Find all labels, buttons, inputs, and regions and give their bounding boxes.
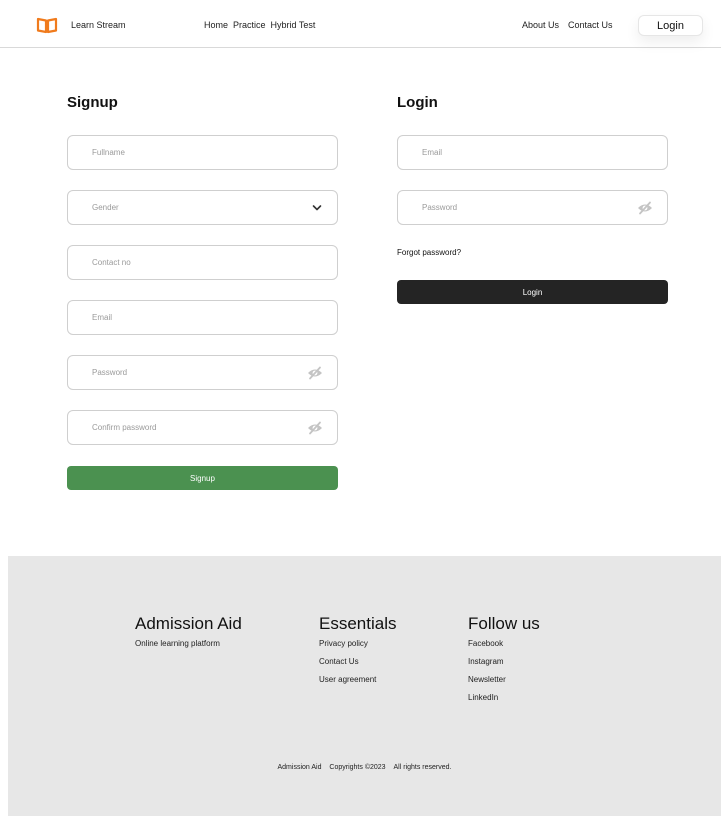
signup-password-placeholder: Password <box>92 368 128 377</box>
footer-link-linkedin[interactable]: LinkedIn <box>468 693 540 711</box>
fullname-input[interactable]: Fullname <box>67 135 338 170</box>
footer-essentials-title: Essentials <box>319 614 397 633</box>
footer-follow-title: Follow us <box>468 614 540 633</box>
contact-input[interactable]: Contact no <box>67 245 338 280</box>
fullname-placeholder: Fullname <box>92 148 125 157</box>
signup-button[interactable]: Signup <box>67 466 338 490</box>
footer-about-column: Admission Aid Online learning platform <box>135 614 242 648</box>
secondary-nav: About Us Contact Us <box>522 20 613 30</box>
footer-essentials-column: Essentials Privacy policy Contact Us Use… <box>319 614 396 693</box>
footer-tagline: Online learning platform <box>135 639 220 648</box>
main-nav: Home Practice Hybrid Test <box>204 20 315 30</box>
confirm-password-placeholder: Confirm password <box>92 423 157 432</box>
copyright-rights: All rights reserved. <box>393 764 452 771</box>
signup-password-input[interactable]: Password <box>67 355 338 390</box>
login-button[interactable]: Login <box>397 280 668 304</box>
signup-email-placeholder: Email <box>92 313 113 322</box>
login-password-placeholder: Password <box>422 203 458 212</box>
brand-name[interactable]: Learn Stream <box>71 20 126 30</box>
top-navbar: Learn Stream Home Practice Hybrid Test A… <box>0 0 721 48</box>
footer-link-privacy-policy[interactable]: Privacy policy <box>319 639 396 657</box>
forgot-password-link[interactable]: Forgot password? <box>397 248 461 257</box>
gender-placeholder: Gender <box>92 203 119 212</box>
eye-off-icon[interactable] <box>307 366 323 380</box>
login-password-input[interactable]: Password <box>397 190 668 225</box>
footer: Admission Aid Online learning platform E… <box>8 556 721 816</box>
signup-email-input[interactable]: Email <box>67 300 338 335</box>
nav-practice[interactable]: Practice <box>233 20 266 30</box>
nav-about-us[interactable]: About Us <box>522 20 559 30</box>
contact-placeholder: Contact no <box>92 258 131 267</box>
copyright-year: Copyrights ©2023 <box>329 764 386 771</box>
login-title: Login <box>397 94 438 111</box>
footer-link-contact-us[interactable]: Contact Us <box>319 657 396 675</box>
footer-link-newsletter[interactable]: Newsletter <box>468 675 540 693</box>
footer-link-user-agreement[interactable]: User agreement <box>319 675 396 693</box>
header-login-button[interactable]: Login <box>638 15 703 36</box>
copyright-line: Admission Aid Copyrights ©2023 All right… <box>8 764 721 771</box>
copyright-brand: Admission Aid <box>277 764 322 771</box>
signup-title: Signup <box>67 94 118 111</box>
eye-off-icon[interactable] <box>307 421 323 435</box>
nav-contact-us[interactable]: Contact Us <box>568 20 613 30</box>
eye-off-icon[interactable] <box>637 201 653 215</box>
confirm-password-input[interactable]: Confirm password <box>67 410 338 445</box>
footer-brand-title: Admission Aid <box>135 614 242 633</box>
login-email-input[interactable]: Email <box>397 135 668 170</box>
gender-select[interactable]: Gender <box>67 190 338 225</box>
login-email-placeholder: Email <box>422 148 443 157</box>
footer-link-instagram[interactable]: Instagram <box>468 657 540 675</box>
nav-hybrid-test[interactable]: Hybrid Test <box>271 20 316 30</box>
chevron-down-icon <box>312 205 322 211</box>
footer-link-facebook[interactable]: Facebook <box>468 639 540 657</box>
footer-follow-column: Follow us Facebook Instagram Newsletter … <box>468 614 540 711</box>
book-logo-icon[interactable] <box>36 16 58 34</box>
nav-home[interactable]: Home <box>204 20 228 30</box>
